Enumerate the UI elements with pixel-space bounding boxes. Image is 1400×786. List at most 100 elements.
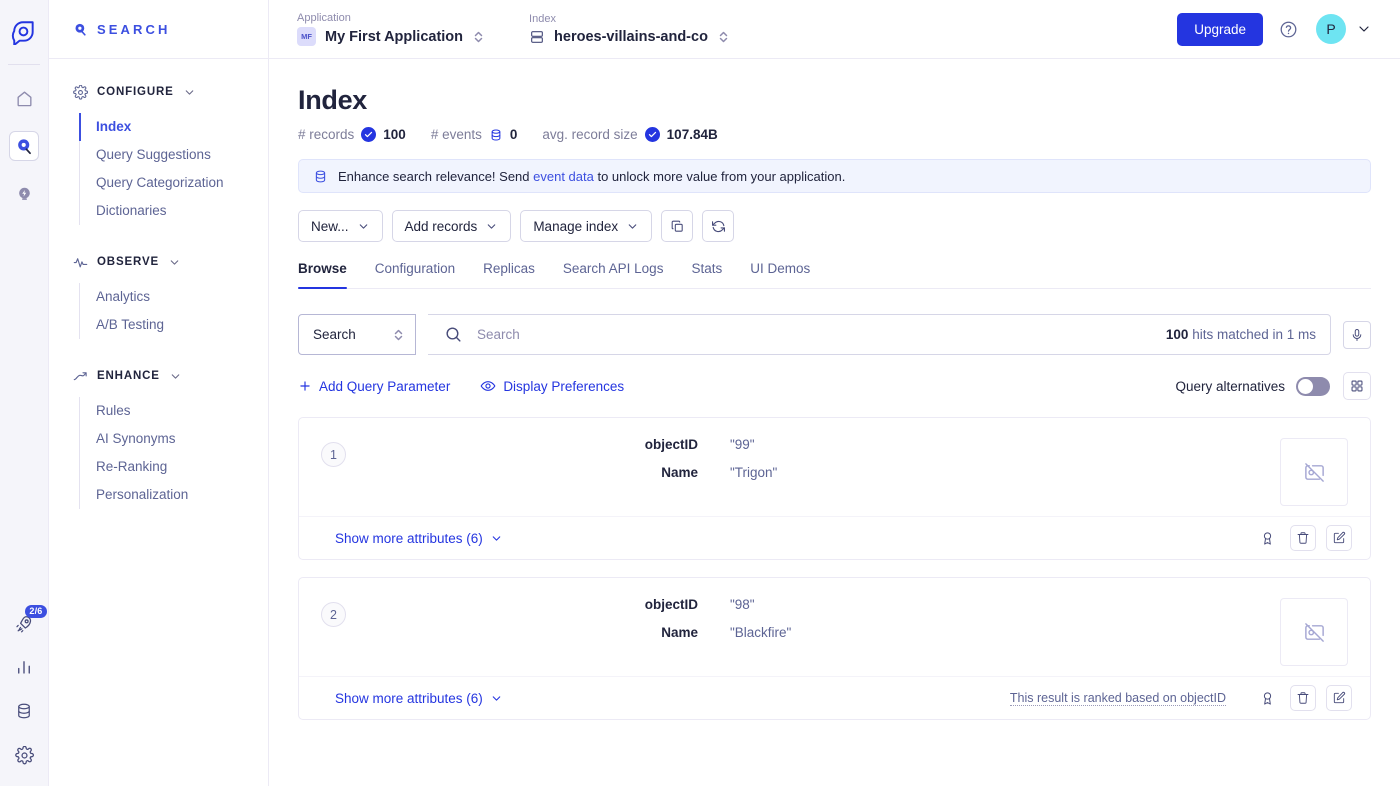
sidebar-item-index[interactable]: Index [79,113,268,141]
table-row: 2 objectID "98" Name "Blackfire" Show mo… [298,577,1371,720]
rail-item-home[interactable] [9,83,39,113]
chevron-down-icon [183,86,196,99]
hits-summary: 100 hits matched in 1 ms [1166,327,1316,342]
sidebar-item-query-suggestions[interactable]: Query Suggestions [80,141,268,169]
tab-search-api-logs[interactable]: Search API Logs [549,261,678,288]
index-selector-label: Index [529,12,556,25]
chevron-updown-icon [472,28,485,46]
attribute-value: "Blackfire" [730,625,792,640]
chevron-down-icon[interactable] [1356,21,1372,37]
plus-icon [298,379,312,393]
application-initials-badge: MF [297,27,316,46]
sidebar-item-personalization[interactable]: Personalization [80,481,268,509]
sidebar-product-header: SEARCH [49,0,268,59]
delete-record-button[interactable] [1290,525,1316,551]
promote-record-button[interactable] [1254,525,1280,551]
onboarding-badge: 2/6 [25,604,47,618]
icon-rail: 2/6 [0,0,49,786]
edit-record-button[interactable] [1326,685,1352,711]
sidebar-section-enhance[interactable]: ENHANCE [49,361,268,391]
show-more-attributes-button[interactable]: Show more attributes (6) [335,691,503,706]
record-attributes: objectID "99" Name "Trigon" [606,436,1280,506]
sidebar-item-analytics[interactable]: Analytics [80,283,268,311]
trash-icon [1296,531,1310,545]
record-body: 1 objectID "99" Name "Trigon" [299,418,1370,516]
event-data-link[interactable]: event data [533,169,594,184]
sidebar-group-observe: Analytics A/B Testing [79,283,268,339]
question-circle-icon[interactable] [1279,20,1298,39]
algolia-logo-icon[interactable] [8,16,40,48]
chevron-updown-icon [717,28,730,46]
rail-item-settings[interactable] [9,740,39,770]
sidebar-section-observe[interactable]: OBSERVE [49,247,268,277]
attribute-value: "99" [730,437,755,452]
application-selector[interactable]: Application MF My First Application [297,12,485,46]
copy-index-button[interactable] [661,210,694,242]
rail-item-onboarding[interactable]: 2/6 [9,604,47,638]
index-selector[interactable]: Index heroes-villains-and-co [529,13,730,46]
lightning-pin-icon [16,186,33,203]
record-rank-badge: 2 [321,602,346,627]
add-records-button[interactable]: Add records [391,210,512,242]
delete-record-button[interactable] [1290,685,1316,711]
edit-record-button[interactable] [1326,525,1352,551]
image-off-icon [1303,621,1326,644]
record-footer: Show more attributes (6) This result is … [299,676,1370,719]
index-name: heroes-villains-and-co [554,28,708,45]
tab-ui-demos[interactable]: UI Demos [736,261,824,288]
manage-index-button[interactable]: Manage index [520,210,653,242]
gear-icon [73,84,88,100]
search-input[interactable]: Search 100 hits matched in 1 ms [428,314,1331,355]
new-button[interactable]: New... [298,210,383,242]
app-root: 2/6 SEARCH CONFIGURE Index Query Suggest… [0,0,1400,786]
chevron-down-icon [169,370,182,383]
sidebar-item-dictionaries[interactable]: Dictionaries [80,197,268,225]
rail-item-usage[interactable] [9,652,39,682]
grid-view-button[interactable] [1343,372,1371,400]
sidebar-item-rules[interactable]: Rules [80,397,268,425]
page-title: Index [298,85,368,115]
rail-bottom-group: 2/6 [0,594,48,770]
tab-browse[interactable]: Browse [298,261,361,289]
show-more-attributes-label: Show more attributes (6) [335,690,483,706]
upgrade-button[interactable]: Upgrade [1177,12,1263,46]
sidebar-item-ai-synonyms[interactable]: AI Synonyms [80,425,268,453]
query-parameter-select[interactable]: Search [298,314,416,355]
sidebar-item-re-ranking[interactable]: Re-Ranking [80,453,268,481]
avatar[interactable]: P [1316,14,1346,44]
chevron-down-icon [485,220,498,233]
application-selector-label: Application [297,12,351,24]
refresh-icon [711,219,726,234]
edit-icon [1332,531,1346,545]
rail-item-search[interactable] [9,131,39,161]
sidebar-item-ab-testing[interactable]: A/B Testing [80,311,268,339]
sidebar-section-configure[interactable]: CONFIGURE [49,77,268,107]
main-area: Application MF My First Application Inde… [269,0,1400,786]
query-alternatives-label: Query alternatives [1175,378,1285,394]
rail-item-data-sources[interactable] [9,696,39,726]
ranking-explanation[interactable]: This result is ranked based on objectID [1009,691,1226,706]
search-pin-icon [15,137,34,156]
rail-item-accelerate[interactable] [9,179,39,209]
display-preferences-button[interactable]: Display Preferences [480,378,624,394]
toggle-knob [1298,378,1313,394]
refresh-button[interactable] [702,210,735,242]
add-query-parameter-button[interactable]: Add Query Parameter [298,379,450,394]
edit-icon [1332,691,1346,705]
query-parameter-value: Search [313,327,356,342]
index-stats: # records 100 # events 0 avg. record siz… [298,127,1371,142]
query-alternatives-toggle[interactable] [1296,376,1330,396]
show-more-attributes-button[interactable]: Show more attributes (6) [335,531,503,546]
attribute-key: Name [661,465,698,480]
tab-stats[interactable]: Stats [677,261,736,288]
sidebar-item-query-categorization[interactable]: Query Categorization [80,169,268,197]
promote-record-button[interactable] [1254,685,1280,711]
voice-search-button[interactable] [1343,320,1371,349]
attribute-key: objectID [644,597,698,612]
banner-text-after: to unlock more value from your applicati… [593,168,846,184]
stat-label-events: # events [430,127,482,142]
chevron-down-icon [490,692,503,705]
check-circle-icon [361,127,377,142]
tab-replicas[interactable]: Replicas [469,261,549,288]
tab-configuration[interactable]: Configuration [361,261,469,288]
